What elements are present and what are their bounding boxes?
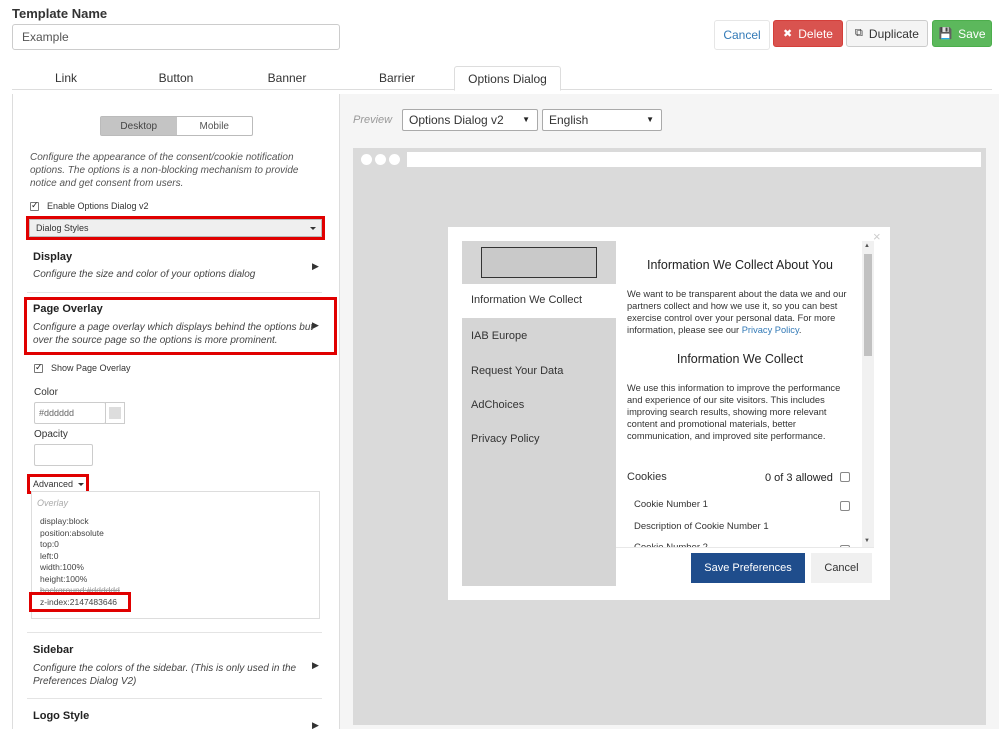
- sidebar-desc: Configure the colors of the sidebar. (Th…: [33, 663, 297, 687]
- window-dot: [389, 154, 400, 165]
- duplicate-button[interactable]: ⧉ Duplicate: [846, 20, 928, 47]
- dialog-heading: Information We Collect About You: [647, 258, 833, 272]
- template-name-input[interactable]: [12, 24, 340, 50]
- css-line: position:absolute: [40, 527, 104, 538]
- dialog-nav-item[interactable]: IAB Europe: [471, 330, 527, 342]
- chevron-right-icon[interactable]: ▶: [312, 660, 319, 671]
- save-preferences-button[interactable]: Save Preferences: [691, 553, 805, 583]
- scrollbar-thumb[interactable]: [864, 254, 872, 356]
- caret-down-icon: [310, 227, 316, 230]
- url-bar: [407, 152, 981, 167]
- color-input[interactable]: #dddddd: [34, 402, 106, 424]
- close-icon: ✖: [783, 28, 793, 40]
- color-swatch[interactable]: [105, 402, 125, 424]
- logo-style-title: Logo Style: [33, 710, 90, 722]
- show-overlay-checkbox[interactable]: [34, 362, 43, 373]
- dialog-paragraph: We use this information to improve the p…: [627, 383, 841, 441]
- enable-options-row: Enable Options Dialog v2: [30, 200, 149, 211]
- divider: [27, 632, 322, 633]
- css-line: display:block: [40, 516, 89, 526]
- floppy-disk-icon: 💾: [938, 28, 953, 40]
- show-overlay-label: Show Page Overlay: [51, 363, 131, 373]
- tab-options-dialog[interactable]: Options Dialog: [454, 66, 561, 91]
- advanced-dropdown[interactable]: Advanced: [31, 477, 85, 491]
- cookies-checkbox[interactable]: [840, 472, 850, 482]
- dialog-nav-item[interactable]: Information We Collect: [471, 294, 582, 306]
- mobile-toggle[interactable]: Mobile: [177, 117, 253, 135]
- tab-button[interactable]: Button: [120, 66, 232, 90]
- desktop-toggle[interactable]: Desktop: [101, 117, 177, 135]
- css-line: height:100%: [40, 573, 88, 584]
- page-overlay-desc: Configure a page overlay which displays …: [33, 322, 314, 346]
- privacy-policy-link[interactable]: Privacy Policy: [742, 325, 799, 335]
- allowed-count: 0 of 3 allowed: [765, 472, 833, 484]
- dialog-version-select[interactable]: Options Dialog v2 ▼: [402, 109, 538, 131]
- scroll-up-icon[interactable]: ▲: [864, 243, 870, 249]
- cookie-name: Cookie Number 1: [634, 499, 708, 510]
- scroll-down-icon[interactable]: ▼: [864, 538, 870, 544]
- chevron-right-icon[interactable]: ▶: [312, 261, 319, 272]
- preview-label: Preview: [353, 114, 393, 126]
- caret-down-icon: ▼: [522, 115, 530, 124]
- enable-options-label: Enable Options Dialog v2: [47, 201, 149, 211]
- caret-down-icon: ▼: [646, 115, 654, 124]
- show-overlay-row: Show Page Overlay: [34, 362, 131, 373]
- dialog-nav-item[interactable]: Request Your Data: [471, 365, 563, 377]
- css-line: background:#dddddd: [40, 585, 120, 595]
- copy-icon: ⧉: [855, 27, 863, 39]
- dialog-footer-divider: [616, 547, 874, 548]
- enable-options-checkbox[interactable]: [30, 200, 39, 211]
- css-line: left:0: [40, 550, 59, 561]
- css-editor-placeholder: Overlay: [37, 498, 69, 508]
- template-name-label: Template Name: [12, 6, 108, 21]
- sidebar-title: Sidebar: [33, 644, 74, 656]
- color-label: Color: [34, 387, 58, 398]
- save-button[interactable]: 💾 Save: [932, 20, 992, 47]
- tab-bar: Link Button Banner Barrier Options Dialo…: [12, 66, 992, 91]
- window-dot: [375, 154, 386, 165]
- opacity-input[interactable]: [34, 444, 93, 466]
- dialog-nav-item[interactable]: Privacy Policy: [471, 433, 539, 445]
- divider: [27, 698, 322, 699]
- cookies-label: Cookies: [627, 471, 667, 483]
- dialog-nav-item[interactable]: AdChoices: [471, 399, 524, 411]
- cookie-description: Description of Cookie Number 1: [634, 521, 769, 532]
- css-line: top:0: [40, 539, 59, 549]
- css-line: z-index:2147483646: [40, 596, 118, 607]
- dialog-paragraph: We want to be transparent about the data…: [627, 289, 847, 335]
- divider: [27, 292, 322, 293]
- opacity-label: Opacity: [34, 429, 68, 440]
- intro-text: Configure the appearance of the consent/…: [30, 152, 299, 189]
- tab-banner[interactable]: Banner: [232, 66, 342, 90]
- display-desc: Configure the size and color of your opt…: [33, 269, 256, 280]
- caret-down-icon: [78, 482, 85, 486]
- chevron-right-icon[interactable]: ▶: [312, 720, 319, 729]
- cancel-button[interactable]: Cancel: [714, 20, 770, 50]
- page-overlay-title: Page Overlay: [33, 303, 103, 315]
- display-title: Display: [33, 251, 73, 263]
- css-editor-lines: display:block position:absolute top:0 le…: [40, 516, 120, 608]
- tab-link[interactable]: Link: [12, 66, 120, 90]
- dialog-subheading: Information We Collect: [676, 352, 804, 366]
- css-line: width:100%: [40, 562, 84, 572]
- dialog-styles-select[interactable]: Dialog Styles: [29, 219, 322, 237]
- delete-button[interactable]: ✖ Delete: [773, 20, 843, 47]
- chevron-right-icon[interactable]: ▶: [312, 320, 319, 331]
- cookie-checkbox[interactable]: [840, 501, 850, 511]
- tab-barrier[interactable]: Barrier: [342, 66, 452, 90]
- close-icon[interactable]: ×: [873, 229, 881, 244]
- logo-placeholder: [481, 247, 597, 278]
- device-toggle: Desktop Mobile: [100, 116, 253, 136]
- language-select[interactable]: English ▼: [542, 109, 662, 131]
- window-dot: [361, 154, 372, 165]
- cancel-preferences-button[interactable]: Cancel: [811, 553, 872, 583]
